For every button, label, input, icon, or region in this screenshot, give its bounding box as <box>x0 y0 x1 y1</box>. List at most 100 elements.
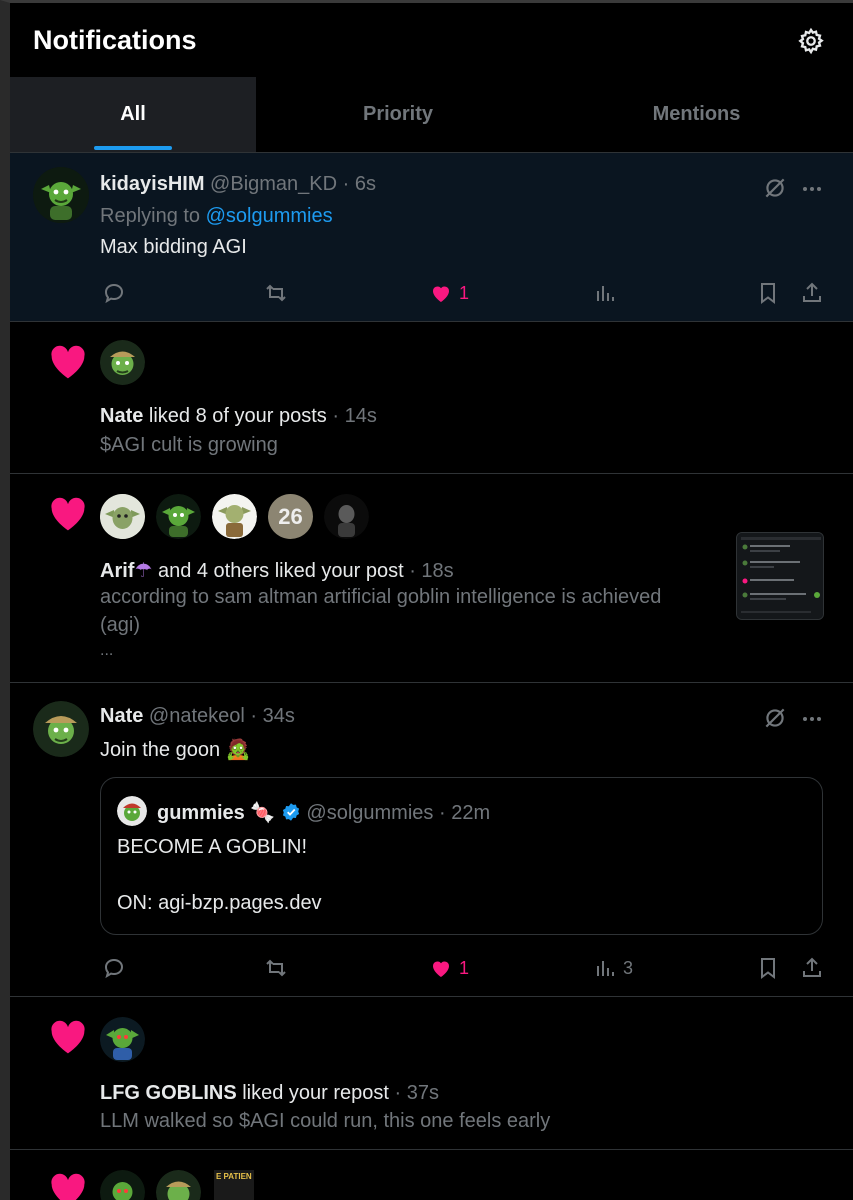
share-button[interactable] <box>800 956 824 980</box>
view-count: 3 <box>623 957 634 978</box>
actor-name[interactable]: Arif <box>100 560 134 582</box>
bookmark-button[interactable] <box>756 956 780 980</box>
tab-all[interactable]: All <box>10 77 256 152</box>
grok-icon[interactable] <box>762 705 788 731</box>
post-quote[interactable]: Nate @natekeol · 34s Join the goon 🧟 gum… <box>10 683 853 996</box>
avatar[interactable] <box>117 796 147 826</box>
notification-action: liked 8 of your posts <box>148 405 327 427</box>
avatar[interactable]: 26 <box>268 494 313 539</box>
bookmark-button[interactable] <box>756 281 780 305</box>
more-icon[interactable] <box>800 707 824 731</box>
actor-name[interactable]: Nate <box>100 405 143 427</box>
tab-mentions[interactable]: Mentions <box>540 77 853 152</box>
more-icon[interactable] <box>800 177 824 201</box>
like-notification[interactable]: Nate liked 8 of your posts · 14s $AGI cu… <box>10 322 853 473</box>
views-button[interactable]: 3 <box>593 956 633 980</box>
quoted-timestamp: · 22m <box>438 802 491 824</box>
post-preview[interactable]: LLM walked so $AGI could run, this one f… <box>100 1110 550 1133</box>
analytics-icon <box>597 286 614 301</box>
avatar-badge-text: E PATIEN <box>216 1172 252 1181</box>
post-reply[interactable]: kidayisHIM @Bigman_KD · 6s Replying to @… <box>10 153 853 321</box>
avatar[interactable] <box>100 1017 145 1062</box>
like-notification[interactable]: 26 Arif☂ and 4 others liked your post · … <box>10 474 853 682</box>
repost-icon <box>266 284 286 302</box>
notifications-window: Notifications All Priority Mentions kida… <box>0 0 853 1200</box>
heart-icon <box>51 1020 85 1054</box>
post-preview-line1[interactable]: according to sam altman artificial gobli… <box>100 586 661 609</box>
timestamp: · 37s <box>394 1082 440 1104</box>
bookmark-icon <box>761 283 775 304</box>
avatar[interactable] <box>33 167 89 223</box>
notification-action: liked your repost <box>242 1082 389 1104</box>
header: Notifications <box>10 3 853 77</box>
share-icon <box>803 282 821 302</box>
avatar[interactable] <box>33 701 89 757</box>
reply-button[interactable] <box>102 281 126 305</box>
verified-badge-icon <box>282 803 299 821</box>
like-notification[interactable]: E PATIEN <box>10 1150 853 1200</box>
like-button[interactable]: 1 <box>429 956 469 980</box>
zombie-emoji: 🧟 <box>225 739 251 761</box>
grok-icon[interactable] <box>762 175 788 201</box>
author-name[interactable]: kidayisHIM <box>100 173 204 195</box>
author-name[interactable]: Nate <box>100 705 143 727</box>
candy-emoji: 🍬 <box>250 802 276 824</box>
post-preview-more: ... <box>100 642 114 659</box>
post-preview[interactable]: $AGI cult is growing <box>100 434 278 457</box>
heart-icon <box>51 1173 85 1200</box>
avatar[interactable]: E PATIEN <box>214 1170 254 1200</box>
timestamp: · 18s <box>409 560 454 582</box>
quoted-text-line1: BECOME A GOBLIN! <box>117 836 308 858</box>
timestamp[interactable]: · 34s <box>250 705 294 727</box>
reply-icon <box>104 283 124 304</box>
quoted-author-handle[interactable]: @solgummies <box>306 802 433 824</box>
tab-label: Mentions <box>652 103 741 125</box>
heart-icon <box>433 286 449 302</box>
post-thumbnail[interactable] <box>736 532 824 620</box>
gear-icon[interactable] <box>797 27 825 55</box>
replying-to-handle[interactable]: @solgummies <box>206 205 333 227</box>
heart-icon <box>51 345 85 379</box>
heart-icon <box>51 497 85 531</box>
tab-priority[interactable]: Priority <box>256 77 540 152</box>
analytics-icon <box>597 961 614 976</box>
tab-label: Priority <box>362 103 434 125</box>
share-button[interactable] <box>800 281 824 305</box>
like-count: 1 <box>459 282 470 303</box>
views-button[interactable] <box>593 281 617 305</box>
quoted-author-name[interactable]: gummies <box>157 802 245 824</box>
reply-button[interactable] <box>102 956 126 980</box>
quoted-post[interactable]: gummies 🍬 @solgummies · 22m BECOME A GOB… <box>100 777 823 935</box>
repost-icon <box>266 959 286 977</box>
page-title: Notifications <box>33 25 197 55</box>
like-button[interactable]: 1 <box>429 281 469 305</box>
tab-bar: All Priority Mentions <box>10 77 853 152</box>
avatar[interactable] <box>212 494 257 539</box>
reply-icon <box>104 958 124 979</box>
avatar[interactable] <box>156 1170 201 1200</box>
like-notification[interactable]: LFG GOBLINS liked your repost · 37s LLM … <box>10 997 853 1149</box>
post-text: Join the goon <box>100 739 221 761</box>
post-text: Max bidding AGI <box>100 236 247 258</box>
repost-button[interactable] <box>264 281 288 305</box>
avatar[interactable] <box>100 1170 145 1200</box>
avatar[interactable] <box>100 494 145 539</box>
quoted-text-line2: ON: agi-bzp.pages.dev <box>117 892 322 914</box>
share-icon <box>803 957 821 977</box>
timestamp[interactable]: · 6s <box>343 173 376 195</box>
tab-label: All <box>120 103 146 125</box>
author-handle[interactable]: @Bigman_KD <box>210 173 337 195</box>
active-tab-indicator <box>94 146 172 150</box>
avatar[interactable] <box>100 340 145 385</box>
post-preview-line2[interactable]: (agi) <box>100 614 140 637</box>
notification-action: and 4 others liked your post <box>157 560 404 582</box>
avatar[interactable] <box>324 494 369 539</box>
timestamp: · 14s <box>332 405 377 427</box>
repost-button[interactable] <box>264 956 288 980</box>
actor-name[interactable]: LFG GOBLINS <box>100 1082 237 1104</box>
author-handle[interactable]: @natekeol <box>149 705 245 727</box>
avatar-badge-text: 26 <box>278 503 303 529</box>
heart-icon <box>433 961 449 977</box>
replying-label: Replying to <box>100 205 201 227</box>
avatar[interactable] <box>156 494 201 539</box>
